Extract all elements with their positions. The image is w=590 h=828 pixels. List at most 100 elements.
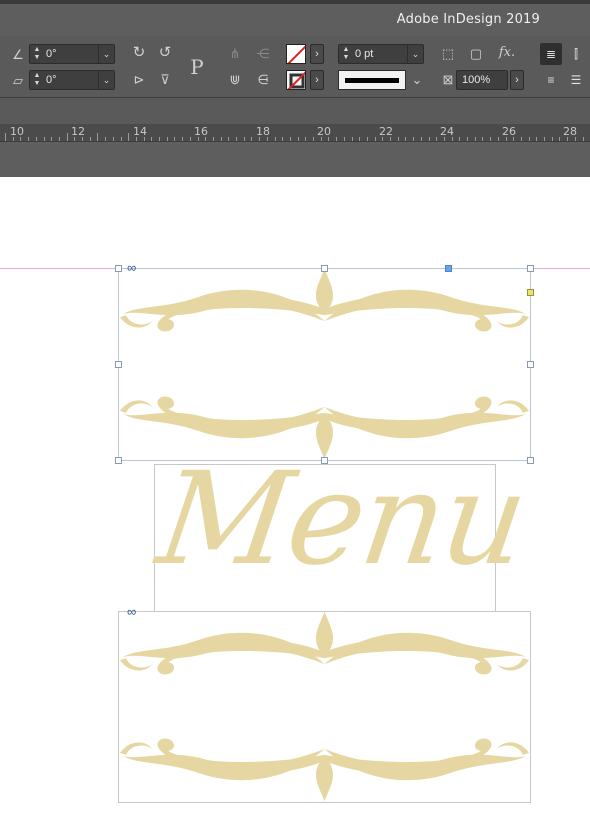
ruler-tick <box>490 137 492 141</box>
ruler-tick <box>551 137 553 141</box>
title-bar: Adobe InDesign 2019 <box>0 0 590 36</box>
drop-shadow-icon[interactable]: ▢ <box>467 46 485 62</box>
ruler-tick <box>536 137 538 141</box>
text-wrap-none-icon[interactable]: ≣ <box>540 43 562 65</box>
select-previous-icon[interactable]: ⋲ <box>254 46 272 62</box>
pasteboard <box>0 142 590 177</box>
ruler-tick <box>205 137 207 141</box>
ruler-tick <box>567 137 569 141</box>
opacity-options-button[interactable]: › <box>510 70 524 90</box>
effects-icon[interactable]: fx. <box>495 45 519 61</box>
ruler-tick <box>28 137 30 141</box>
text-wrap-jump-icon[interactable]: ☰ <box>565 69 587 91</box>
ruler-tick <box>182 137 184 141</box>
rotate-counterclockwise-icon[interactable]: ↺ <box>156 45 174 61</box>
ruler-tick <box>43 137 45 141</box>
rotate-clockwise-icon[interactable]: ↻ <box>130 45 148 61</box>
ruler-tick <box>336 137 338 141</box>
rotate-angle-field[interactable]: ▲ ▼ 0° ⌄ <box>29 44 115 64</box>
flip-vertical-icon[interactable]: ⊽ <box>156 72 174 88</box>
link-icon[interactable]: ∞ <box>127 261 136 274</box>
text-wrap-shape-icon[interactable]: ≡ <box>540 69 562 91</box>
resize-handle-left[interactable] <box>115 361 122 368</box>
ruler-tick <box>97 133 99 141</box>
panel-spacer <box>0 98 590 124</box>
ruler-tick <box>382 137 384 141</box>
ruler-tick <box>289 137 291 141</box>
select-next-icon[interactable]: ⋳ <box>254 72 272 88</box>
ruler-tick <box>166 137 168 141</box>
horizontal-ruler[interactable]: 10 12 14 16 18 20 22 24 26 28 <box>0 124 590 142</box>
stepper-icon[interactable]: ▲ ▼ <box>32 72 42 88</box>
ruler-tick <box>212 137 214 141</box>
menu-heading: Menu <box>149 445 535 594</box>
stroke-options-button[interactable]: › <box>310 70 324 90</box>
corner-options-icon[interactable]: ⬚ <box>439 46 457 62</box>
resize-handle-top-left[interactable] <box>115 265 122 272</box>
stepper-icon[interactable]: ▲ ▼ <box>341 46 351 62</box>
stroke-swatch[interactable] <box>286 70 306 90</box>
fill-swatch[interactable] <box>286 44 306 64</box>
link-icon[interactable]: ∞ <box>127 605 136 618</box>
ruler-tick <box>105 137 107 141</box>
ruler-tick <box>243 137 245 141</box>
resize-handle-top[interactable] <box>321 265 328 272</box>
ruler-tick <box>513 137 515 141</box>
top-flourish-upper <box>120 268 529 332</box>
ruler-tick <box>390 137 391 141</box>
shear-angle-icon: ▱ <box>13 73 23 88</box>
resize-handle-right[interactable] <box>527 361 534 368</box>
ruler-tick <box>328 137 330 141</box>
ruler-tick <box>420 137 422 141</box>
ruler-tick <box>20 137 22 141</box>
ruler-tick <box>582 137 584 141</box>
ruler-tick <box>159 137 160 141</box>
ruler-tick <box>451 137 453 141</box>
control-panel: ∠ ▲ ▼ 0° ⌄ ▱ ▲ ▼ 0° ⌄ ↻ ↺ ⊳ ⊽ P ⋔ ⋲ ⋓ ⋳ › … <box>0 36 590 98</box>
ruler-tick <box>251 137 253 141</box>
select-container-icon[interactable]: ⋔ <box>226 46 244 62</box>
ruler-tick <box>574 137 576 141</box>
flip-horizontal-icon[interactable]: ⊳ <box>130 72 148 88</box>
ruler-tick <box>520 137 522 141</box>
text-frame-icon[interactable]: P <box>183 54 211 80</box>
bottom-flourish-upper <box>120 611 529 675</box>
chevron-down-icon[interactable]: ⌄ <box>98 71 114 89</box>
ruler-tick <box>266 137 268 141</box>
ruler-tick <box>320 137 322 141</box>
chevron-down-icon[interactable]: ⌄ <box>98 45 114 63</box>
ruler-tick <box>151 137 153 141</box>
chevron-down-icon[interactable]: ⌄ <box>407 45 423 63</box>
live-corner-handle[interactable] <box>527 289 534 296</box>
select-content-icon[interactable]: ⋓ <box>226 72 244 88</box>
ruler-tick <box>282 137 284 141</box>
ruler-tick <box>51 137 53 141</box>
ruler-tick <box>305 137 307 141</box>
ruler-tick <box>366 137 368 141</box>
rotate-angle-value: 0° <box>46 48 57 60</box>
ruler-tick <box>143 137 145 141</box>
ruler-tick <box>467 137 468 141</box>
ruler-tick <box>428 137 430 141</box>
resize-handle-bottom-left[interactable] <box>115 457 122 464</box>
stroke-weight-value: 0 pt <box>355 48 374 60</box>
ruler-tick <box>359 137 361 141</box>
stroke-type-preview[interactable] <box>338 70 406 90</box>
opacity-field[interactable]: 100% <box>456 70 508 90</box>
ruler-tick <box>220 137 222 141</box>
ruler-tick <box>413 137 415 141</box>
ruler-tick <box>443 137 445 141</box>
ruler-tick <box>351 137 353 141</box>
shear-angle-field[interactable]: ▲ ▼ 0° ⌄ <box>29 70 115 90</box>
text-frame-label: P <box>190 55 204 79</box>
opacity-value: 100% <box>462 74 491 86</box>
text-wrap-bounding-icon[interactable]: ⫿ <box>565 43 587 65</box>
anchor-handle[interactable] <box>445 265 452 272</box>
chevron-down-icon[interactable]: ⌄ <box>408 72 426 88</box>
stroke-weight-field[interactable]: ▲ ▼ 0 pt ⌄ <box>338 44 424 64</box>
ruler-tick <box>66 133 68 141</box>
effects-label: fx. <box>498 45 516 60</box>
resize-handle-top-right[interactable] <box>527 265 534 272</box>
fill-options-button[interactable]: › <box>310 44 324 64</box>
stepper-icon[interactable]: ▲ ▼ <box>32 46 42 62</box>
